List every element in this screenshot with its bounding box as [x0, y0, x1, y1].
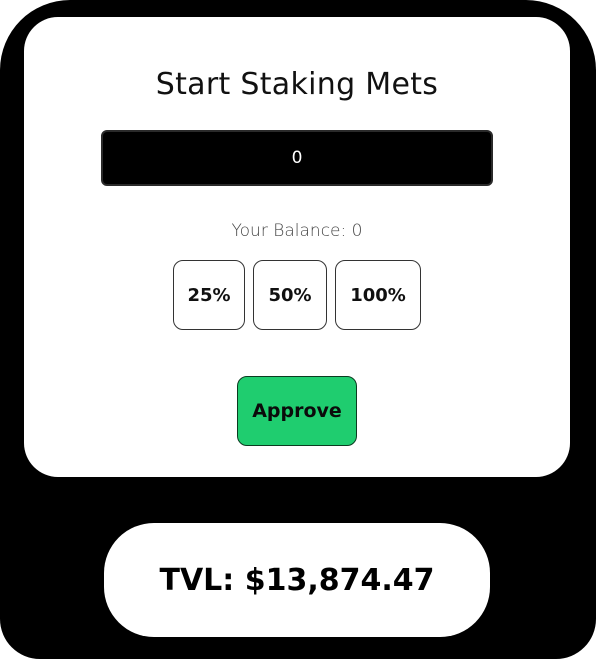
- percent-button-group: 25% 50% 100%: [24, 260, 570, 330]
- percent-50-button[interactable]: 50%: [253, 260, 327, 330]
- tvl-card: TVL: $13,874.47: [104, 523, 490, 637]
- stake-amount-input[interactable]: [101, 130, 493, 186]
- app-frame: Start Staking Mets Your Balance: 0 25% 5…: [0, 0, 596, 659]
- balance-label: Your Balance: 0: [231, 221, 363, 241]
- approve-button[interactable]: Approve: [237, 376, 357, 446]
- percent-25-button[interactable]: 25%: [173, 260, 245, 330]
- page-title: Start Staking Mets: [155, 67, 439, 102]
- staking-card: Start Staking Mets Your Balance: 0 25% 5…: [24, 17, 570, 477]
- percent-100-button[interactable]: 100%: [335, 260, 421, 330]
- tvl-value: TVL: $13,874.47: [159, 562, 435, 598]
